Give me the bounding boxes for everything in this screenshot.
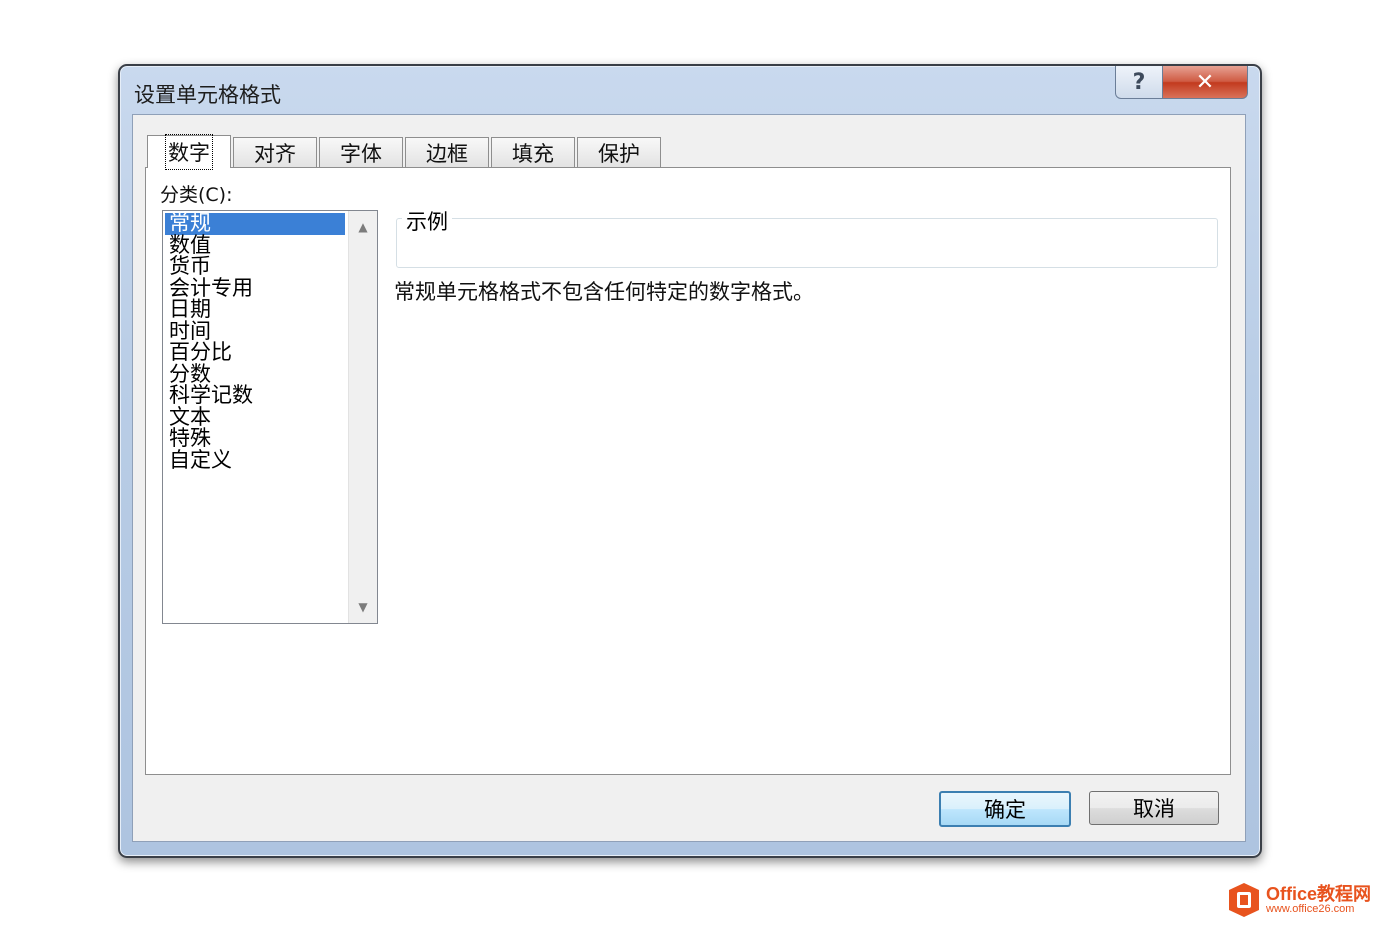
format-cells-dialog: 设置单元格格式 ? ✕ 数字 对齐 字体 边框 填充 保护 分类(C): 常规 … xyxy=(118,64,1262,858)
category-item-general[interactable]: 常规 xyxy=(165,213,345,235)
sample-legend: 示例 xyxy=(402,206,452,236)
scroll-down-icon[interactable]: ▼ xyxy=(349,595,377,619)
help-icon: ? xyxy=(1132,69,1146,95)
tab-alignment[interactable]: 对齐 xyxy=(233,137,317,168)
tab-number[interactable]: 数字 xyxy=(147,134,231,170)
caption-buttons: ? ✕ xyxy=(1115,66,1248,100)
watermark-title: Office教程网 xyxy=(1266,883,1372,904)
category-scrollbar[interactable]: ▲ ▼ xyxy=(348,211,377,623)
category-item-number[interactable]: 数值 xyxy=(165,234,345,257)
category-item-fraction[interactable]: 分数 xyxy=(165,363,345,386)
cancel-button[interactable]: 取消 xyxy=(1089,791,1219,825)
category-item-accounting[interactable]: 会计专用 xyxy=(165,277,345,300)
category-label: 分类(C): xyxy=(160,184,233,206)
category-listbox[interactable]: 常规 数值 货币 会计专用 日期 时间 百分比 分数 科学记数 文本 特殊 自定… xyxy=(162,210,378,624)
watermark: Office教程网 www.office26.com xyxy=(1228,882,1371,918)
tab-font[interactable]: 字体 xyxy=(319,137,403,168)
tab-fill[interactable]: 填充 xyxy=(491,137,575,168)
tab-border-label: 边框 xyxy=(426,142,468,166)
category-item-scientific[interactable]: 科学记数 xyxy=(165,385,345,407)
category-item-percentage[interactable]: 百分比 xyxy=(165,342,345,364)
category-item-special[interactable]: 特殊 xyxy=(165,428,345,450)
ok-button[interactable]: 确定 xyxy=(939,791,1071,827)
tab-protection-label: 保护 xyxy=(598,142,640,166)
format-description: 常规单元格格式不包含任何特定的数字格式。 xyxy=(394,280,814,304)
tab-alignment-label: 对齐 xyxy=(254,142,296,166)
tab-fill-label: 填充 xyxy=(512,142,554,166)
tab-strip: 数字 对齐 字体 边框 填充 保护 xyxy=(147,134,663,170)
tab-border[interactable]: 边框 xyxy=(405,137,489,168)
help-button[interactable]: ? xyxy=(1115,66,1163,99)
watermark-text: Office教程网 www.office26.com xyxy=(1266,885,1371,916)
category-list: 常规 数值 货币 会计专用 日期 时间 百分比 分数 科学记数 文本 特殊 自定… xyxy=(165,213,345,471)
number-tab-page: 分类(C): 常规 数值 货币 会计专用 日期 时间 百分比 分数 科学记数 文… xyxy=(145,167,1231,775)
title-bar[interactable]: 设置单元格格式 ? ✕ xyxy=(120,66,1260,116)
close-button[interactable]: ✕ xyxy=(1163,66,1248,99)
category-item-date[interactable]: 日期 xyxy=(165,299,345,321)
dialog-client-area: 数字 对齐 字体 边框 填充 保护 分类(C): 常规 数值 货币 会计专用 日… xyxy=(132,114,1246,842)
category-item-text[interactable]: 文本 xyxy=(165,406,345,429)
watermark-url: www.office26.com xyxy=(1266,902,1355,915)
category-item-currency[interactable]: 货币 xyxy=(165,256,345,278)
tab-protection[interactable]: 保护 xyxy=(577,137,661,168)
office-logo-icon xyxy=(1229,883,1259,917)
scroll-up-icon[interactable]: ▲ xyxy=(349,215,377,239)
tab-font-label: 字体 xyxy=(340,142,382,166)
dialog-title: 设置单元格格式 xyxy=(134,83,281,107)
category-item-custom[interactable]: 自定义 xyxy=(165,449,345,472)
close-icon: ✕ xyxy=(1195,69,1215,95)
tab-number-label: 数字 xyxy=(165,134,213,170)
sample-box xyxy=(396,218,1218,268)
category-item-time[interactable]: 时间 xyxy=(165,320,345,343)
